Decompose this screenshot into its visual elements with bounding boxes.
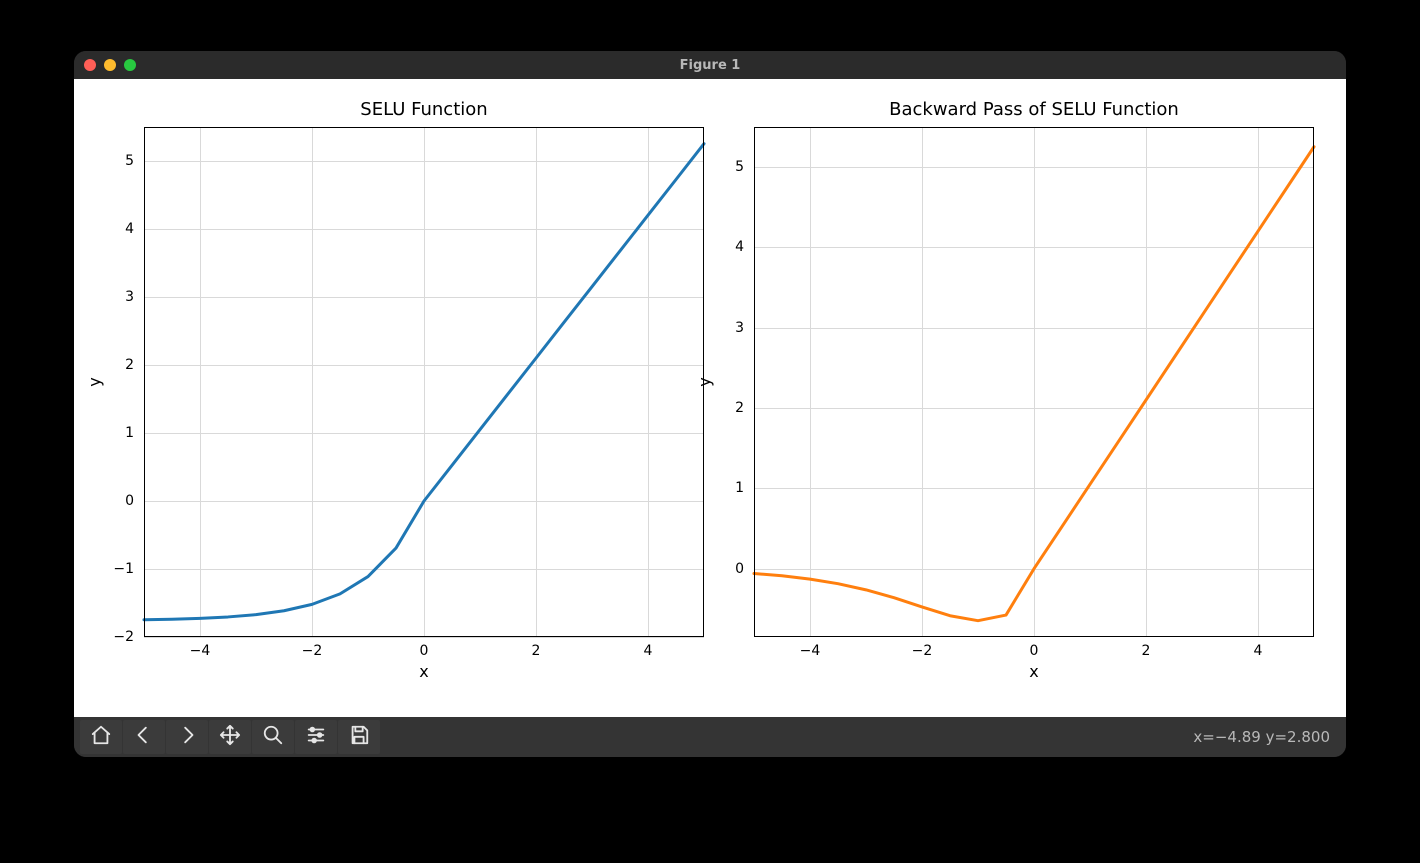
y-tick-label: 5 [735, 159, 744, 175]
x-tick-label: −4 [800, 643, 821, 659]
x-tick-label: 4 [1254, 643, 1263, 659]
x-tick-label: 2 [532, 643, 541, 659]
home-button[interactable] [80, 720, 122, 754]
zoom-icon [262, 724, 284, 750]
zoom-button[interactable] [252, 720, 294, 754]
forward-button[interactable] [166, 720, 208, 754]
plot-lines [754, 127, 1314, 637]
x-tick-label: −2 [912, 643, 933, 659]
window-title: Figure 1 [680, 58, 741, 73]
y-tick-label: 4 [735, 239, 744, 255]
window-controls [84, 59, 136, 71]
y-axis-label: y [85, 377, 104, 386]
maximize-button[interactable] [124, 59, 136, 71]
close-button[interactable] [84, 59, 96, 71]
figure-canvas[interactable]: −4−2024−2−1012345SELU Functionxy−4−20240… [74, 79, 1346, 717]
sliders-icon [305, 724, 327, 750]
save-button[interactable] [338, 720, 380, 754]
x-tick-label: 4 [644, 643, 653, 659]
cursor-coordinates: x=−4.89 y=2.800 [1193, 728, 1340, 746]
chart-title: SELU Function [144, 99, 704, 120]
chart-0: −4−2024−2−1012345SELU Functionxy [144, 127, 704, 637]
y-tick-label: 1 [125, 425, 134, 441]
y-tick-label: 5 [125, 153, 134, 169]
figure-window: Figure 1 −4−2024−2−1012345SELU Functionx… [74, 51, 1346, 757]
y-tick-label: 2 [125, 357, 134, 373]
y-tick-label: 2 [735, 400, 744, 416]
gridline-horizontal [144, 637, 704, 638]
series-line-selu [144, 144, 704, 620]
chart-1: −4−2024012345Backward Pass of SELU Funct… [754, 127, 1314, 637]
arrow-left-icon [133, 724, 155, 750]
move-icon [219, 724, 241, 750]
configure-subplots-button[interactable] [295, 720, 337, 754]
navigation-toolbar: x=−4.89 y=2.800 [74, 717, 1346, 757]
save-icon [348, 724, 370, 750]
arrow-right-icon [176, 724, 198, 750]
pan-button[interactable] [209, 720, 251, 754]
y-tick-label: 4 [125, 221, 134, 237]
minimize-button[interactable] [104, 59, 116, 71]
y-tick-label: 1 [735, 480, 744, 496]
x-tick-label: −4 [190, 643, 211, 659]
y-axis-label: y [695, 377, 714, 386]
y-tick-label: 0 [125, 493, 134, 509]
y-tick-label: −2 [113, 629, 134, 645]
y-tick-label: 3 [125, 289, 134, 305]
x-tick-label: 0 [1030, 643, 1039, 659]
x-axis-label: x [144, 662, 704, 681]
y-tick-label: 0 [735, 561, 744, 577]
series-line-selu_backward [754, 147, 1314, 621]
x-tick-label: −2 [302, 643, 323, 659]
titlebar[interactable]: Figure 1 [74, 51, 1346, 79]
plot-lines [144, 127, 704, 637]
home-icon [90, 724, 112, 750]
back-button[interactable] [123, 720, 165, 754]
chart-title: Backward Pass of SELU Function [754, 99, 1314, 120]
x-tick-label: 0 [420, 643, 429, 659]
y-tick-label: 3 [735, 320, 744, 336]
y-tick-label: −1 [113, 561, 134, 577]
x-tick-label: 2 [1142, 643, 1151, 659]
x-axis-label: x [754, 662, 1314, 681]
